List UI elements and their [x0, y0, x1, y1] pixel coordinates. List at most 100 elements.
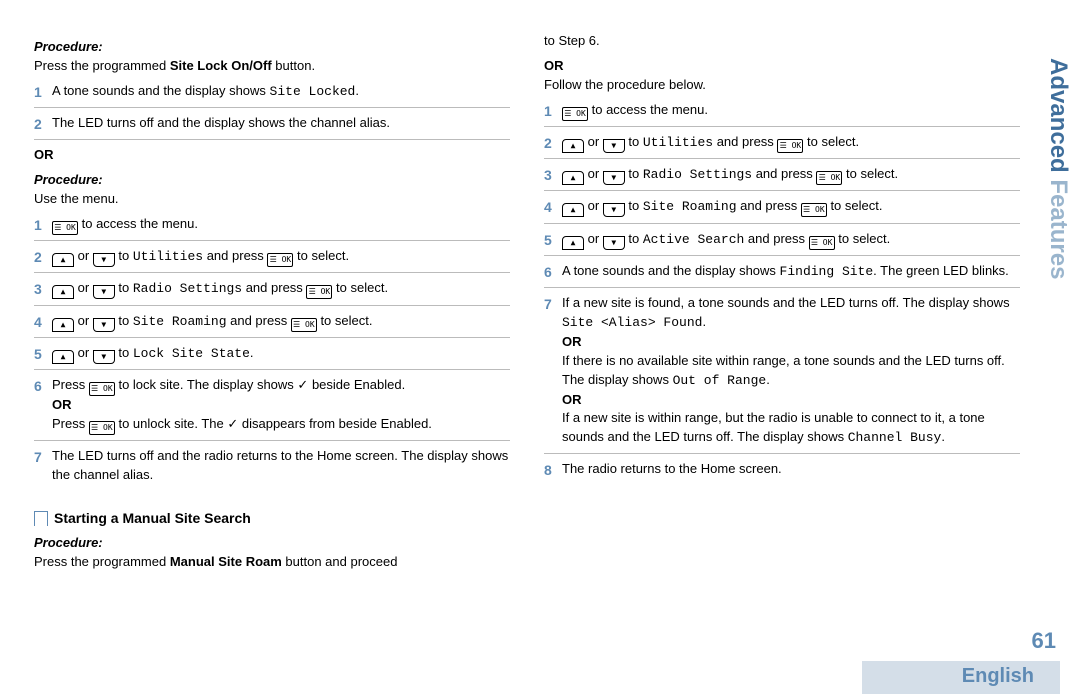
step-row: 5 ▲ or ▼ to Lock Site State. [34, 338, 510, 370]
text: button. [272, 58, 315, 73]
step-number: 4 [544, 197, 562, 217]
down-key-icon: ▼ [93, 350, 115, 364]
step-body: ▲ or ▼ to Utilities and press ☰ OK to se… [562, 133, 1020, 153]
down-key-icon: ▼ [93, 253, 115, 267]
step-row: 6 A tone sounds and the display shows Fi… [544, 256, 1020, 288]
text: . [941, 429, 945, 444]
bookmark-icon [34, 511, 48, 526]
step-body: The radio returns to the Home screen. [562, 460, 1020, 479]
menu-item: Site Roaming [643, 199, 737, 214]
text: or [74, 345, 93, 360]
step-body: ▲ or ▼ to Active Search and press ☰ OK t… [562, 230, 1020, 250]
text: or [584, 134, 603, 149]
text: to [625, 166, 643, 181]
text: or [74, 280, 93, 295]
menu-item: Active Search [643, 232, 744, 247]
text: or [74, 313, 93, 328]
right-column: to Step 6. OR Follow the procedure below… [544, 32, 1020, 572]
text: to select. [842, 166, 898, 181]
ok-key-icon: ☰ OK [777, 139, 803, 153]
text: to [625, 231, 643, 246]
text: and press [242, 280, 306, 295]
text: to select. [827, 198, 883, 213]
step-body: ☰ OK to access the menu. [52, 215, 510, 235]
step-number: 3 [544, 165, 562, 185]
procedure-intro: Follow the procedure below. [544, 76, 1020, 95]
ok-key-icon: ☰ OK [89, 421, 115, 435]
procedure-intro: Use the menu. [34, 190, 510, 209]
menu-item: Utilities [643, 135, 713, 150]
step-body: The LED turns off and the display shows … [52, 114, 510, 133]
step-row: 7 The LED turns off and the radio return… [34, 441, 510, 490]
menu-item: Lock Site State [133, 346, 250, 361]
step-body: The LED turns off and the radio returns … [52, 447, 510, 485]
step-body: Press ☰ OK to lock site. The display sho… [52, 376, 510, 435]
text: and press [227, 313, 291, 328]
step-row: 2 ▲ or ▼ to Utilities and press ☰ OK to … [34, 241, 510, 273]
down-key-icon: ▼ [603, 203, 625, 217]
button-name: Site Lock On/Off [170, 58, 272, 73]
step-row: 1 A tone sounds and the display shows Si… [34, 76, 510, 108]
ok-key-icon: ☰ OK [52, 221, 78, 235]
continuation-text: to Step 6. [544, 32, 1020, 51]
step-number: 1 [34, 82, 52, 102]
text: Press [52, 416, 89, 431]
display-text: Channel Busy [848, 430, 942, 445]
ok-key-icon: ☰ OK [801, 203, 827, 217]
text: or [74, 248, 93, 263]
menu-item: Radio Settings [643, 167, 752, 182]
or-separator: OR [562, 334, 582, 349]
step-row: 2 The LED turns off and the display show… [34, 108, 510, 140]
up-key-icon: ▲ [562, 139, 584, 153]
text: to access the menu. [588, 102, 708, 117]
step-number: 2 [544, 133, 562, 153]
menu-item: Site Roaming [133, 314, 227, 329]
up-key-icon: ▲ [562, 236, 584, 250]
text: to select. [332, 280, 388, 295]
step-row: 4 ▲ or ▼ to Site Roaming and press ☰ OK … [34, 306, 510, 338]
side-tab-word: Advanced [1045, 58, 1072, 173]
step-row: 8 The radio returns to the Home screen. [544, 454, 1020, 485]
heading-text: Starting a Manual Site Search [54, 510, 251, 526]
text: or [584, 231, 603, 246]
step-number: 7 [34, 447, 52, 467]
step-row: 2 ▲ or ▼ to Utilities and press ☰ OK to … [544, 127, 1020, 159]
text: to select. [835, 231, 891, 246]
display-text: Site <Alias> Found [562, 315, 702, 330]
or-separator: OR [562, 392, 582, 407]
step-body: ▲ or ▼ to Lock Site State. [52, 344, 510, 364]
step-body: If a new site is found, a tone sounds an… [562, 294, 1020, 448]
or-separator: OR [544, 57, 1020, 76]
procedure-label: Procedure: [34, 534, 510, 553]
check-icon: ✓ [227, 416, 238, 431]
step-row: 4 ▲ or ▼ to Site Roaming and press ☰ OK … [544, 191, 1020, 223]
ok-key-icon: ☰ OK [291, 318, 317, 332]
text: to unlock site. The [115, 416, 228, 431]
procedure-label: Procedure: [34, 171, 510, 190]
step-row: 3 ▲ or ▼ to Radio Settings and press ☰ O… [34, 273, 510, 305]
text: and press [737, 198, 801, 213]
down-key-icon: ▼ [603, 171, 625, 185]
down-key-icon: ▼ [603, 236, 625, 250]
check-icon: ✓ [297, 377, 308, 392]
text: Press [52, 377, 89, 392]
text: and press [744, 231, 808, 246]
page-number: 61 [1032, 628, 1056, 654]
side-tab-word: Features [1045, 179, 1072, 279]
step-body: ☰ OK to access the menu. [562, 101, 1020, 121]
side-tab: Advanced Features [1044, 58, 1072, 279]
text: and press [203, 248, 267, 263]
text: If there is no available site within ran… [562, 353, 1005, 387]
procedure-intro: Press the programmed Manual Site Roam bu… [34, 553, 510, 572]
text: A tone sounds and the display shows [562, 263, 780, 278]
language-label: English [862, 661, 1060, 694]
step-body: ▲ or ▼ to Utilities and press ☰ OK to se… [52, 247, 510, 267]
step-body: ▲ or ▼ to Radio Settings and press ☰ OK … [52, 279, 510, 299]
text: . The green LED blinks. [873, 263, 1009, 278]
text: to select. [803, 134, 859, 149]
ok-key-icon: ☰ OK [816, 171, 842, 185]
text: . [702, 314, 706, 329]
left-column: Procedure: Press the programmed Site Loc… [34, 32, 510, 572]
text: to select. [317, 313, 373, 328]
display-text: Out of Range [673, 373, 767, 388]
